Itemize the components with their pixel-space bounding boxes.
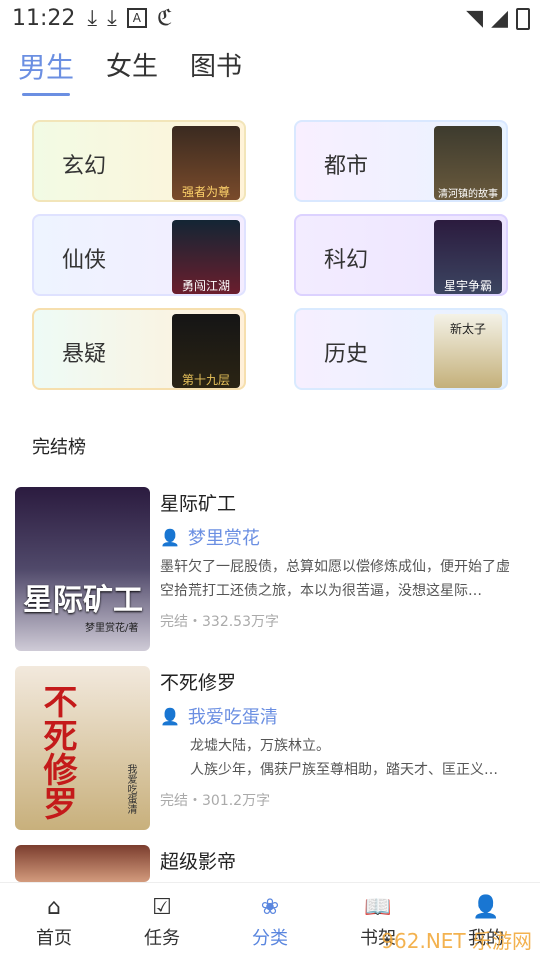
nav-home[interactable]: ⌂ 首页 xyxy=(0,883,108,961)
status-bar: 11:22 ⤓ ⤓ A ℭ ◥ ◢ xyxy=(0,0,540,36)
download-icon-2: ⤓ xyxy=(107,5,117,31)
book-cover xyxy=(15,845,150,882)
category-card-lishi[interactable]: 历史 新太子 xyxy=(294,308,508,390)
category-card-xianxia[interactable]: 仙侠 勇闯江湖 xyxy=(32,214,246,296)
battery-icon xyxy=(516,7,530,30)
category-label: 悬疑 xyxy=(62,342,107,367)
task-icon: ☑ xyxy=(152,894,172,920)
nav-category[interactable]: ❀ 分类 xyxy=(216,883,324,961)
watermark: 962.NET 乐游网 xyxy=(381,929,532,953)
category-card-kehuan[interactable]: 科幻 星宇争霸 xyxy=(294,214,508,296)
category-cover: 清河镇的故事 xyxy=(434,126,502,200)
book-author: 👤 我爱吃蛋清 xyxy=(160,706,278,729)
tab-female[interactable]: 女生 xyxy=(106,46,158,86)
book-cover: 星际矿工 梦里赏花/著 xyxy=(15,487,150,651)
status-notification-icons: ⤓ ⤓ A ℭ xyxy=(87,6,172,31)
download-icon: ⤓ xyxy=(87,5,98,31)
user-icon: 👤 xyxy=(160,706,180,726)
category-label: 仙侠 xyxy=(62,248,107,273)
tab-books[interactable]: 图书 xyxy=(190,46,242,86)
nav-task[interactable]: ☑ 任务 xyxy=(108,883,216,961)
book-cover: 不死修罗 我爱吃蛋清 xyxy=(15,666,150,830)
book-meta: 完结・332.53万字 xyxy=(160,614,279,630)
book-item[interactable]: 超级影帝 xyxy=(15,845,525,882)
book-desc: 墨轩欠了一屁股债，总算如愿以偿修炼成仙，便开始了虚空拾荒打工还债之旅，本以为很苦… xyxy=(160,559,510,599)
category-label: 历史 xyxy=(324,342,369,367)
category-grid: 玄幻 强者为尊 都市 清河镇的故事 仙侠 勇闯江湖 科幻 星宇争霸 悬疑 第十九… xyxy=(32,120,508,390)
home-icon: ⌂ xyxy=(47,894,61,920)
tab-male[interactable]: 男生 xyxy=(18,46,74,96)
category-card-xuanhuan[interactable]: 玄幻 强者为尊 xyxy=(32,120,246,202)
category-label: 玄幻 xyxy=(62,154,107,179)
book-title: 星际矿工 xyxy=(160,493,237,515)
book-item[interactable]: 不死修罗 我爱吃蛋清 不死修罗 👤 我爱吃蛋清 龙墟大陆，万族林立。 人族少年，… xyxy=(15,666,525,830)
app-icon: ℭ xyxy=(156,5,173,31)
user-icon: 👤 xyxy=(472,894,500,920)
category-card-xuanyi[interactable]: 悬疑 第十九层 xyxy=(32,308,246,390)
status-system-icons: ◥ ◢ xyxy=(466,6,530,31)
book-title: 不死修罗 xyxy=(160,672,237,694)
user-icon: 👤 xyxy=(160,527,180,547)
book-item[interactable]: 星际矿工 梦里赏花/著 星际矿工 👤 梦里赏花 墨轩欠了一屁股债，总算如愿以偿修… xyxy=(15,487,525,651)
book-meta: 完结・301.2万字 xyxy=(160,793,271,809)
top-tabs: 男生 女生 图书 xyxy=(18,46,242,96)
category-icon: ❀ xyxy=(260,894,280,920)
category-cover: 新太子 xyxy=(434,314,502,388)
category-cover: 强者为尊 xyxy=(172,126,240,200)
category-label: 都市 xyxy=(324,154,369,179)
category-cover: 第十九层 xyxy=(172,314,240,388)
status-time: 11:22 xyxy=(12,5,76,31)
book-desc: 龙墟大陆，万族林立。 人族少年，偶获尸族至尊相助，踏天才、匡正义… xyxy=(190,738,498,778)
bookshelf-icon: 📖 xyxy=(364,894,392,920)
a-icon: A xyxy=(126,8,147,28)
book-title: 超级影帝 xyxy=(160,851,237,873)
book-author: 👤 梦里赏花 xyxy=(160,527,260,550)
category-card-dushi[interactable]: 都市 清河镇的故事 xyxy=(294,120,508,202)
signal-icon: ◢ xyxy=(491,6,508,31)
category-cover: 勇闯江湖 xyxy=(172,220,240,294)
category-label: 科幻 xyxy=(324,248,369,273)
wifi-icon: ◥ xyxy=(466,6,484,31)
section-title: 完结榜 xyxy=(32,437,86,458)
category-cover: 星宇争霸 xyxy=(434,220,502,294)
